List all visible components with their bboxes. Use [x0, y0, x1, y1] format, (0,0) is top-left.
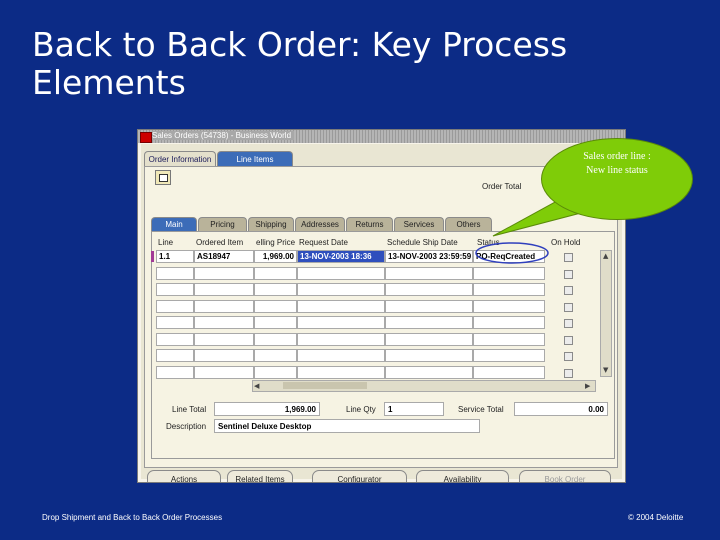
callout-pointer	[475, 195, 602, 264]
footer-left: Drop Shipment and Back to Back Order Pro…	[42, 513, 223, 522]
footer-copyright: © 2004 Deloitte	[628, 513, 684, 522]
callout-line-1: Sales order line :	[583, 151, 651, 162]
callout-line-2: New line status	[586, 165, 648, 176]
callout-text: Sales order line : New line status	[555, 150, 679, 178]
status-highlight-ellipse	[475, 242, 549, 264]
